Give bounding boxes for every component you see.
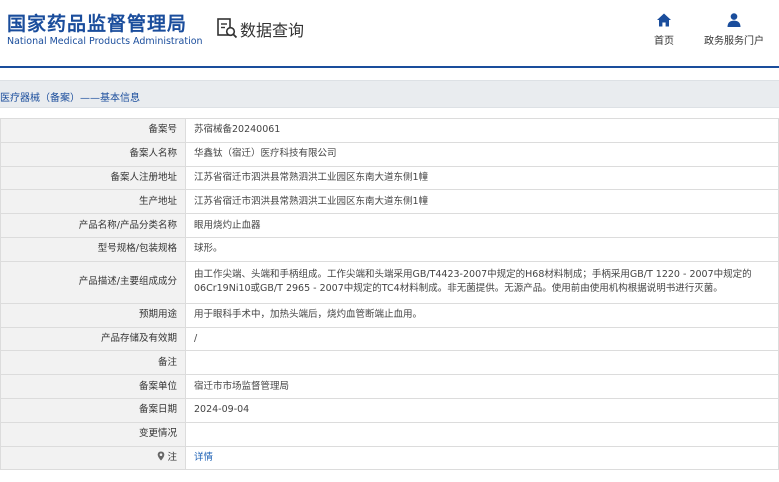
header-divider	[0, 66, 779, 68]
nav-service-portal[interactable]: 政务服务门户	[700, 12, 768, 47]
table-row: 备注	[0, 350, 779, 376]
field-value: 2024-09-04	[185, 397, 779, 423]
field-value	[185, 421, 779, 447]
field-label: 备案日期	[0, 397, 186, 423]
field-label: 备案人名称	[0, 141, 186, 167]
user-icon	[727, 13, 741, 27]
data-query-title: 数据查询	[240, 21, 305, 40]
field-value: 苏宿械备20240061	[185, 118, 779, 143]
site-logo-cn[interactable]: 国家药品监督管理局	[7, 9, 187, 36]
table-row: 备案人注册地址 江苏省宿迁市泗洪县常熟泗洪工业园区东南大道东侧1幢	[0, 165, 779, 191]
field-label: 备案人注册地址	[0, 165, 186, 191]
field-label: 产品名称/产品分类名称	[0, 213, 186, 238]
field-value: 眼用烧灼止血器	[185, 213, 779, 238]
table-row: 型号规格/包装规格 球形。	[0, 236, 779, 262]
details-link[interactable]: 详情	[194, 452, 213, 463]
nav-home-label: 首页	[654, 36, 674, 47]
note-label: 注	[0, 445, 186, 471]
field-value: 宿迁市市场监督管理局	[185, 374, 779, 399]
field-label: 产品存储及有效期	[0, 326, 186, 352]
site-logo-en[interactable]: National Medical Products Administration	[7, 36, 203, 47]
field-label: 型号规格/包装规格	[0, 236, 186, 262]
field-value: 华鑫钛（宿迁）医疗科技有限公司	[185, 141, 779, 167]
field-label: 备案单位	[0, 374, 186, 399]
pin-icon	[158, 451, 165, 461]
field-label: 生产地址	[0, 189, 186, 215]
section-header: 医疗器械（备案）——基本信息	[0, 80, 779, 108]
field-value: 江苏省宿迁市泗洪县常熟泗洪工业园区东南大道东侧1幢	[185, 165, 779, 191]
site-header: 国家药品监督管理局 National Medical Products Admi…	[0, 0, 779, 66]
note-label-text: 注	[167, 451, 177, 463]
field-label: 产品描述/主要组成成分	[0, 260, 186, 304]
field-value: 用于眼科手术中，加热头端后，烧灼血管断端止血用。	[185, 302, 779, 328]
table-row: 备案号 苏宿械备20240061	[0, 118, 779, 143]
field-value: 球形。	[185, 236, 779, 262]
field-label: 变更情况	[0, 421, 186, 447]
field-value: 由工作尖端、头端和手柄组成。工作尖端和头端采用GB/T4423-2007中规定的…	[185, 260, 779, 304]
section-title: 医疗器械（备案）——基本信息	[0, 93, 140, 104]
table-row: 备案人名称 华鑫钛（宿迁）医疗科技有限公司	[0, 141, 779, 167]
table-row: 预期用途 用于眼科手术中，加热头端后，烧灼血管断端止血用。	[0, 302, 779, 328]
record-detail-table: 备案号 苏宿械备20240061 备案人名称 华鑫钛（宿迁）医疗科技有限公司 备…	[0, 118, 779, 471]
table-row: 备案单位 宿迁市市场监督管理局	[0, 374, 779, 399]
table-row: 产品存储及有效期 /	[0, 326, 779, 352]
field-value: 江苏省宿迁市泗洪县常熟泗洪工业园区东南大道东侧1幢	[185, 189, 779, 215]
nav-home[interactable]: 首页	[649, 12, 679, 47]
table-row: 产品描述/主要组成成分 由工作尖端、头端和手柄组成。工作尖端和头端采用GB/T4…	[0, 260, 779, 304]
home-icon	[657, 13, 671, 27]
table-row: 生产地址 江苏省宿迁市泗洪县常熟泗洪工业园区东南大道东侧1幢	[0, 189, 779, 215]
note-value: 详情	[185, 445, 779, 471]
field-value	[185, 350, 779, 376]
field-label: 预期用途	[0, 302, 186, 328]
field-label: 备案号	[0, 118, 186, 143]
table-row: 变更情况	[0, 421, 779, 447]
table-row: 备案日期 2024-09-04	[0, 397, 779, 423]
field-value: /	[185, 326, 779, 352]
data-query-icon	[217, 18, 238, 39]
nav-service-portal-label: 政务服务门户	[704, 36, 764, 47]
field-label: 备注	[0, 350, 186, 376]
table-row: 注 详情	[0, 445, 779, 471]
table-row: 产品名称/产品分类名称 眼用烧灼止血器	[0, 213, 779, 238]
